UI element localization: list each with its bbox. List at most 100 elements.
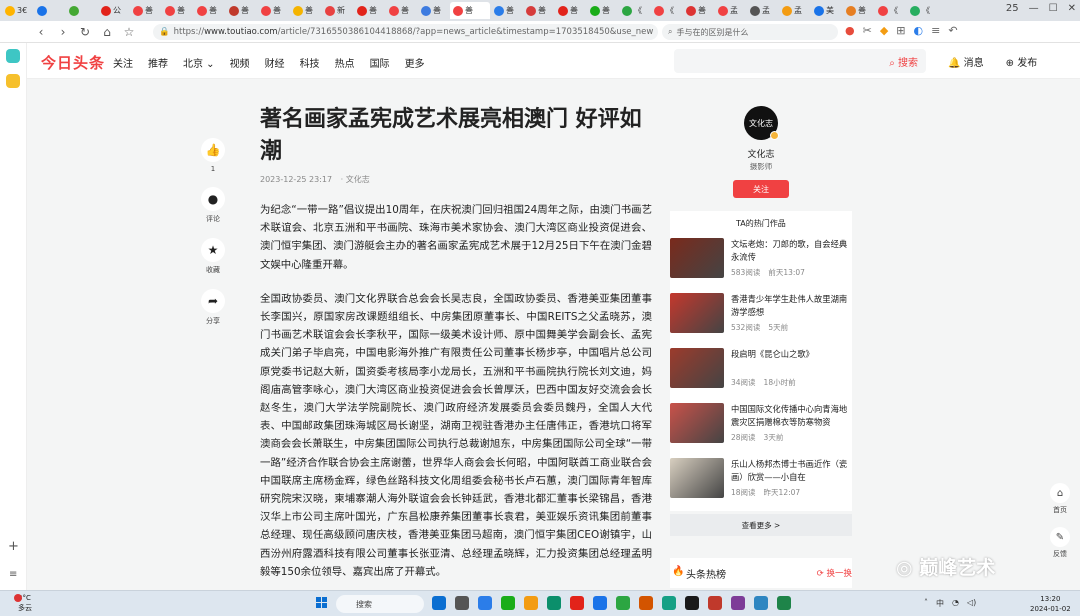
browser-tab[interactable]: 孟: [747, 2, 778, 19]
feedback-button[interactable]: ✎ 反馈: [1048, 527, 1072, 559]
browser-tab[interactable]: 善: [587, 2, 618, 19]
browser-tab[interactable]: [66, 2, 97, 19]
browser-tab[interactable]: 《: [619, 2, 650, 19]
apps-icon[interactable]: ⊞: [896, 24, 905, 37]
nav-item[interactable]: 热点: [335, 55, 355, 70]
follow-button[interactable]: 关注: [733, 180, 789, 198]
add-icon[interactable]: +: [8, 539, 19, 554]
browser-tab[interactable]: 善: [555, 2, 586, 19]
browser-tab[interactable]: 善: [258, 2, 289, 19]
browser-tab[interactable]: 孟: [779, 2, 810, 19]
messages-button[interactable]: 🔔 消息: [948, 54, 984, 69]
taskbar-app-icon[interactable]: [524, 596, 538, 610]
close-icon[interactable]: ✕: [1068, 3, 1076, 14]
sidebar-star-icon[interactable]: [6, 74, 20, 88]
publish-button[interactable]: ⊕ 发布: [1006, 54, 1038, 69]
share-button[interactable]: ➦ 分享: [201, 289, 225, 326]
extension-icon[interactable]: ◆: [880, 24, 888, 37]
article-source[interactable]: · 文化志: [341, 175, 370, 184]
nav-item[interactable]: 推荐: [148, 55, 168, 70]
taskbar-app-icon[interactable]: [501, 596, 515, 610]
taskbar-app-icon[interactable]: [662, 596, 676, 610]
ime-indicator[interactable]: 中: [936, 598, 944, 609]
back-icon[interactable]: ‹: [30, 25, 52, 39]
taskbar-app-icon[interactable]: [570, 596, 584, 610]
maximize-icon[interactable]: ☐: [1049, 3, 1058, 14]
nav-item[interactable]: 视频: [230, 55, 250, 70]
author-avatar[interactable]: 文化志: [744, 106, 779, 140]
refresh-button[interactable]: ⟳ 换一换: [817, 567, 852, 579]
minimize-icon[interactable]: —: [1029, 3, 1039, 14]
like-button[interactable]: 👍 1: [201, 138, 225, 173]
browser-tab[interactable]: 善: [130, 2, 161, 19]
home-button[interactable]: ⌂ 首页: [1048, 483, 1072, 515]
weather-widget[interactable]: 3°C 多云: [14, 593, 32, 613]
taskbar-app-icon[interactable]: [639, 596, 653, 610]
browser-tab[interactable]: 新: [322, 2, 353, 19]
browser-tab[interactable]: 公: [98, 2, 129, 19]
browser-tab[interactable]: 善: [523, 2, 554, 19]
taskbar-app-icon[interactable]: [432, 596, 446, 610]
site-logo[interactable]: 今日头条: [41, 52, 105, 73]
bookmark-star-icon[interactable]: ☆: [118, 25, 140, 39]
browser-tab[interactable]: 善: [418, 2, 449, 19]
site-search-button[interactable]: ⌕ 搜索: [889, 54, 918, 69]
taskbar-app-icon[interactable]: [616, 596, 630, 610]
nav-item[interactable]: 财经: [265, 55, 285, 70]
browser-tab[interactable]: [34, 2, 65, 19]
taskbar-app-icon[interactable]: [547, 596, 561, 610]
browser-tab[interactable]: 善: [290, 2, 321, 19]
network-icon[interactable]: ◔: [952, 598, 959, 609]
sidebar-app-icon[interactable]: [6, 49, 20, 63]
view-more-button[interactable]: 查看更多 >: [670, 514, 852, 536]
url-bar[interactable]: 🔒 https://www.toutiao.com/article/731655…: [153, 24, 658, 40]
browser-tab[interactable]: 善: [354, 2, 385, 19]
browser-tab[interactable]: 《: [651, 2, 682, 19]
nav-item[interactable]: 更多: [405, 55, 425, 70]
extension-icon[interactable]: ●: [845, 24, 855, 37]
browser-tab[interactable]: 美: [811, 2, 842, 19]
site-search-input[interactable]: ⌕ 搜索: [674, 49, 926, 73]
nav-item[interactable]: 北京 ⌄: [183, 55, 215, 70]
home-icon[interactable]: ⌂: [96, 25, 118, 39]
hot-work-item[interactable]: 段启明《昆仑山之歌》 34阅读 18小时前: [670, 348, 852, 388]
taskbar-app-icon[interactable]: [685, 596, 699, 610]
nav-item[interactable]: 关注: [113, 55, 133, 70]
nav-item[interactable]: 科技: [300, 55, 320, 70]
windows-start-icon[interactable]: [316, 597, 328, 609]
author-name[interactable]: 文化志: [670, 147, 852, 160]
taskbar-app-icon[interactable]: [478, 596, 492, 610]
browser-tab[interactable]: 孟: [715, 2, 746, 19]
menu-icon[interactable]: ≡: [931, 24, 940, 37]
list-icon[interactable]: ≡: [9, 569, 17, 580]
nav-item[interactable]: 国际: [370, 55, 390, 70]
browser-tab[interactable]: 善: [386, 2, 417, 19]
hot-work-item[interactable]: 乐山人杨邦杰博士书画近作（瓷画）欣赏——小自在 18阅读 昨天12:07: [670, 458, 852, 498]
reload-icon[interactable]: ↻: [74, 25, 96, 39]
taskbar-app-icon[interactable]: [593, 596, 607, 610]
tab-count-badge[interactable]: 25: [1006, 3, 1019, 14]
favorite-button[interactable]: ★ 收藏: [201, 238, 225, 275]
browser-tab[interactable]: 《: [907, 2, 938, 19]
forward-icon[interactable]: ›: [52, 25, 74, 39]
taskbar-app-icon[interactable]: [731, 596, 745, 610]
browser-tab[interactable]: 善: [683, 2, 714, 19]
browser-tab[interactable]: 善: [194, 2, 225, 19]
hot-work-item[interactable]: 中国国际文化传播中心向青海地震灾区捐赠棉衣等防寒物资 28阅读 3天前: [670, 403, 852, 443]
volume-icon[interactable]: ◁): [967, 598, 976, 609]
browser-tab[interactable]: 善: [450, 2, 490, 19]
taskbar-app-icon[interactable]: [455, 596, 469, 610]
browser-tab[interactable]: 善: [843, 2, 874, 19]
hot-work-item[interactable]: 香港青少年学生赴伟人故里湖南游学感想 532阅读 5天前: [670, 293, 852, 333]
browser-tab[interactable]: 善: [491, 2, 522, 19]
undo-icon[interactable]: ↶: [948, 24, 957, 37]
taskbar-app-icon[interactable]: [754, 596, 768, 610]
hot-work-item[interactable]: 文坛老炮：刀郎的歌，自会经典永流传 583阅读 前天13:07: [670, 238, 852, 278]
tray-up-icon[interactable]: ˄: [924, 598, 928, 609]
browser-tab[interactable]: 3€: [2, 2, 33, 19]
browser-search-input[interactable]: ⌕ 手与在的区别是什么: [662, 24, 838, 40]
taskbar-app-icon[interactable]: [708, 596, 722, 610]
browser-tab[interactable]: 善: [162, 2, 193, 19]
taskbar-search[interactable]: 搜索: [336, 595, 424, 613]
extension-icon[interactable]: ◐: [914, 24, 924, 37]
